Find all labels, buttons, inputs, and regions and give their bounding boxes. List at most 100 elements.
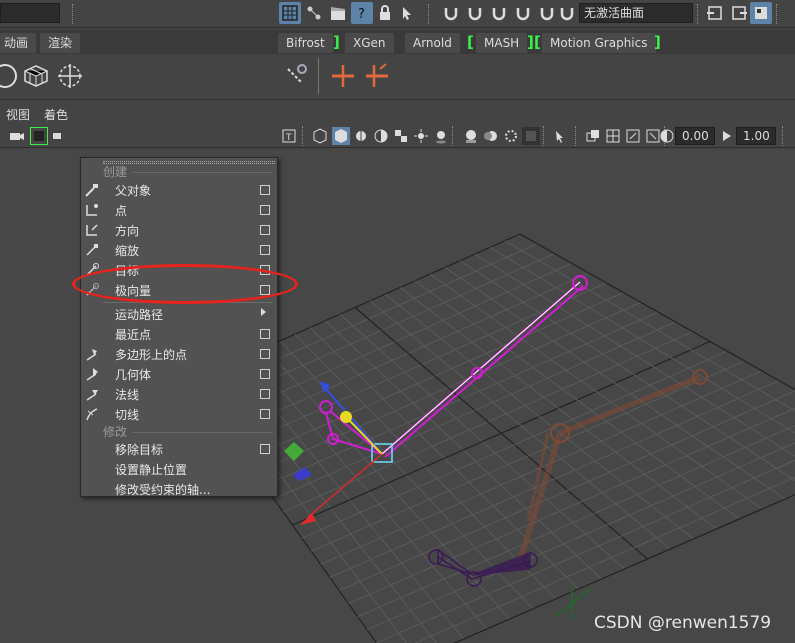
orient-constraint-icon xyxy=(86,224,98,236)
bookmark-icon[interactable] xyxy=(50,127,68,145)
menu-item-label: 移除目标 xyxy=(115,443,164,457)
option-box[interactable] xyxy=(260,409,270,419)
exposure-icon[interactable] xyxy=(658,127,676,145)
separator xyxy=(776,4,778,24)
option-box[interactable] xyxy=(260,245,270,255)
tab-bracket: [ xyxy=(534,33,541,51)
menu-item-parent[interactable]: 父对象 xyxy=(81,180,277,200)
menu-set-field[interactable] xyxy=(0,3,60,23)
option-box[interactable] xyxy=(260,205,270,215)
xray-joints-icon[interactable] xyxy=(584,127,602,145)
menu-item-motion-path[interactable]: 运动路径 xyxy=(81,304,277,324)
menu-item-set-rest-position[interactable]: 设置静止位置 xyxy=(81,459,277,479)
panel-menu-shading[interactable]: 着色 xyxy=(44,106,68,123)
move-manipulator[interactable] xyxy=(284,381,383,525)
option-box[interactable] xyxy=(260,185,270,195)
geometry-constraint-icon xyxy=(86,368,98,381)
smooth-shade-icon[interactable] xyxy=(332,127,350,145)
gamma-icon[interactable] xyxy=(718,127,736,145)
gamma-field[interactable]: 1.00 xyxy=(736,127,776,145)
tab-rendering[interactable]: 渲染 xyxy=(40,33,81,53)
xray-icon[interactable] xyxy=(372,127,390,145)
live-surface-field[interactable]: 无激活曲面 xyxy=(579,3,693,23)
help-icon[interactable]: ? xyxy=(351,2,373,24)
tangent-constraint-icon xyxy=(86,408,98,421)
select-arrow-icon[interactable] xyxy=(397,2,419,24)
submenu-arrow-icon xyxy=(261,308,266,316)
tab-animation[interactable]: 动画 xyxy=(0,33,37,53)
status-line: ? 无激活曲面 xyxy=(0,0,795,28)
menu-item-remove-target[interactable]: 移除目标 xyxy=(81,439,277,459)
svg-text:?: ? xyxy=(358,7,365,22)
ghost-rig xyxy=(517,369,708,562)
tab-arnold[interactable]: Arnold xyxy=(405,33,460,53)
separator xyxy=(543,126,545,146)
snap-to-view-plane-icon[interactable] xyxy=(512,2,534,24)
lattice-icon[interactable] xyxy=(17,58,55,94)
menu-item-point[interactable]: 点 xyxy=(81,200,277,220)
output-ops-icon[interactable] xyxy=(728,2,750,24)
ik-spline-icon[interactable] xyxy=(358,58,396,94)
lights-icon[interactable] xyxy=(412,127,430,145)
ik-handle-icon[interactable] xyxy=(324,58,362,94)
image-plane-icon[interactable]: T xyxy=(280,127,298,145)
snap-grid-icon[interactable] xyxy=(279,2,301,24)
lock-icon[interactable] xyxy=(374,2,396,24)
snap-to-curve-magnet-icon[interactable] xyxy=(464,2,486,24)
menu-item-normal[interactable]: 法线 xyxy=(81,384,277,404)
tab-mash[interactable]: MASH xyxy=(476,33,528,53)
option-box[interactable] xyxy=(260,329,270,339)
panel-menu-view[interactable]: 视图 xyxy=(6,106,30,123)
menu-item-orient[interactable]: 方向 xyxy=(81,220,277,240)
menu-item-label: 切线 xyxy=(115,408,140,422)
shadows-icon[interactable] xyxy=(432,127,450,145)
depth-of-field-icon[interactable] xyxy=(522,127,540,145)
option-box[interactable] xyxy=(260,369,270,379)
menu-item-closest-point[interactable]: 最近点 xyxy=(81,324,277,344)
make-live-icon[interactable] xyxy=(556,2,578,24)
snap-to-grid-magnet-icon[interactable] xyxy=(440,2,462,24)
camera-icon[interactable] xyxy=(8,127,26,145)
snap-to-point-magnet-icon[interactable] xyxy=(488,2,510,24)
camera-attributes-icon[interactable] xyxy=(30,127,48,145)
clapper-icon[interactable] xyxy=(327,2,349,24)
option-box[interactable] xyxy=(260,444,270,454)
anti-alias-icon[interactable] xyxy=(502,127,520,145)
point-constraint-icon xyxy=(86,204,98,216)
wireframe-on-shaded-icon[interactable] xyxy=(352,127,370,145)
menu-item-scale[interactable]: 缩放 xyxy=(81,240,277,260)
tab-bifrost[interactable]: Bifrost xyxy=(278,33,333,53)
menu-item-geometry[interactable]: 几何体 xyxy=(81,364,277,384)
viewport-3d[interactable]: 创建 父对象 点 方向 缩放 目标 极向量 运动路径 最近点 多边形上的点 几何… xyxy=(0,149,795,643)
menu-item-modify-constrained-axis[interactable]: 修改受约束的轴... xyxy=(81,479,277,499)
isolate-select-icon[interactable] xyxy=(552,127,570,145)
menu-item-tangent[interactable]: 切线 xyxy=(81,404,277,424)
film-gate-icon[interactable] xyxy=(624,127,642,145)
input-ops-icon[interactable] xyxy=(704,2,726,24)
menu-tear-off[interactable] xyxy=(103,161,275,164)
tab-xgen[interactable]: XGen xyxy=(345,33,394,53)
separator xyxy=(575,126,577,146)
menu-item-label: 运动路径 xyxy=(115,308,164,322)
ambient-occlusion-icon[interactable] xyxy=(462,127,480,145)
tab-bracket: ] xyxy=(527,33,534,51)
cluster-icon[interactable] xyxy=(51,58,89,94)
textured-icon[interactable] xyxy=(392,127,410,145)
menu-divider xyxy=(133,172,273,173)
separator xyxy=(428,4,430,24)
motion-blur-icon[interactable] xyxy=(482,127,500,145)
pole-vector-shelf-icon[interactable] xyxy=(276,58,314,94)
tab-motion-graphics[interactable]: Motion Graphics xyxy=(542,33,656,53)
option-box[interactable] xyxy=(260,225,270,235)
option-box[interactable] xyxy=(260,349,270,359)
snap-curve-icon[interactable] xyxy=(303,2,325,24)
snap-to-live-icon[interactable] xyxy=(536,2,558,24)
menu-item-point-on-poly[interactable]: 多边形上的点 xyxy=(81,344,277,364)
option-box[interactable] xyxy=(260,389,270,399)
separator xyxy=(72,4,74,24)
render-settings-icon[interactable] xyxy=(750,2,772,24)
grid-toggle-icon[interactable] xyxy=(604,127,622,145)
exposure-field[interactable]: 0.00 xyxy=(675,127,715,145)
wireframe-icon[interactable] xyxy=(311,127,329,145)
scale-constraint-icon xyxy=(86,244,98,256)
